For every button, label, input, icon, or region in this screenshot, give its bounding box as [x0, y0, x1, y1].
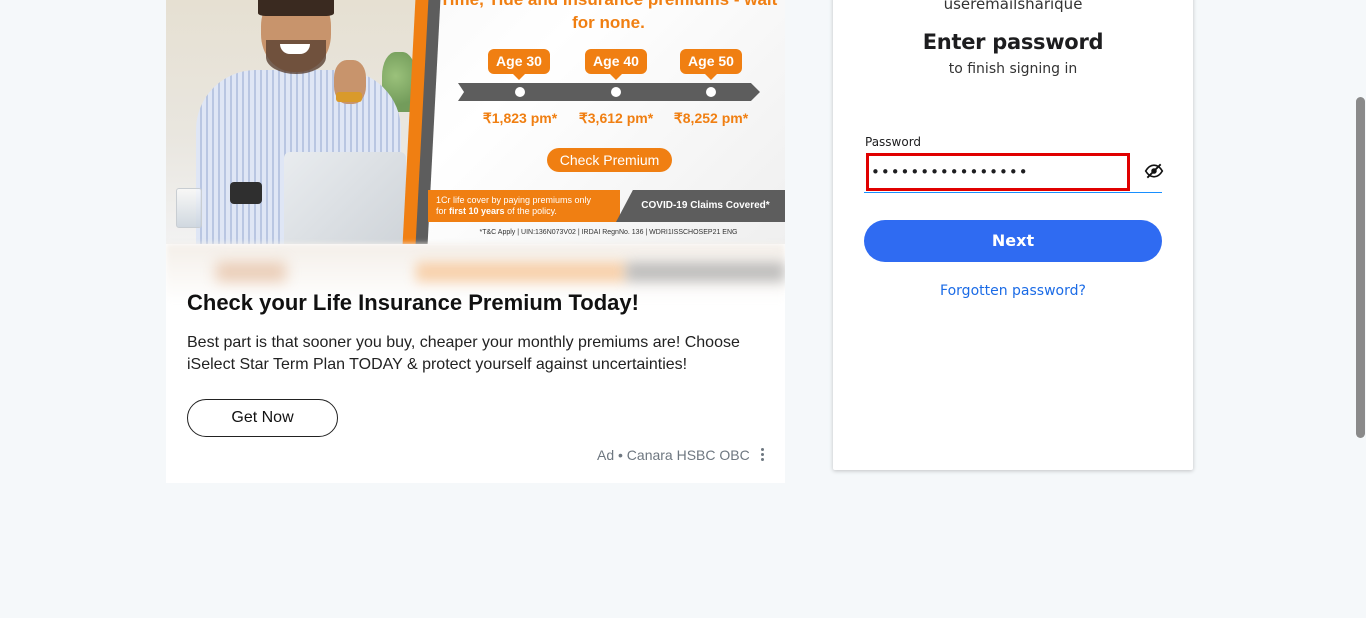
age-pill-40: Age 40	[585, 49, 647, 80]
age-pill-50: Age 50	[680, 49, 742, 80]
smartphone	[230, 182, 262, 204]
scrollbar-thumb[interactable]	[1356, 97, 1365, 438]
banner-reflection-blur	[416, 262, 626, 282]
ad-banner-image[interactable]: Time, Tide and Insurance premiums - wait…	[166, 0, 785, 244]
ad-sponsor-label: Ad • Canara HSBC OBC	[597, 447, 750, 463]
timeline-dot	[706, 87, 716, 97]
get-now-button[interactable]: Get Now	[187, 399, 338, 437]
check-premium-badge: Check Premium	[547, 148, 672, 172]
price-age-50: ₹8,252 pm*	[673, 110, 749, 126]
password-label: Password	[865, 135, 922, 149]
timeline-dot	[611, 87, 621, 97]
password-field-wrapper	[864, 151, 1164, 193]
covid-claims-box: COVID-19 Claims Covered*	[616, 190, 785, 222]
eye-slash-icon[interactable]	[1144, 161, 1164, 181]
ad-card[interactable]: Time, Tide and Insurance premiums - wait…	[166, 0, 785, 483]
cover-text-line1: 1Cr life cover by paying premiums only	[436, 195, 592, 205]
username-display: useremailsharique	[943, 0, 1083, 13]
more-vertical-icon[interactable]	[758, 447, 766, 463]
page-title: Enter password	[922, 30, 1104, 54]
ad-title[interactable]: Check your Life Insurance Premium Today!	[187, 290, 639, 316]
password-input[interactable]	[866, 153, 1130, 191]
banner-reflection-blur	[216, 262, 286, 282]
water-glass	[176, 188, 202, 228]
cover-text-line2: for first 10 years of the policy.	[436, 206, 557, 216]
wrist-watch	[336, 92, 362, 102]
next-button[interactable]: Next	[864, 220, 1162, 262]
price-age-30: ₹1,823 pm*	[482, 110, 558, 126]
ad-description: Best part is that sooner you buy, cheape…	[187, 334, 740, 373]
ad-photo	[166, 0, 416, 244]
cover-info-box: 1Cr life cover by paying premiums only f…	[428, 190, 620, 222]
man-hair	[258, 0, 334, 16]
page-subtitle: to finish signing in	[948, 61, 1078, 77]
banner-reflection-blur	[626, 262, 785, 282]
terms-text: *T&C Apply | UIN:136N073V02 | IRDAI Regn…	[479, 229, 738, 236]
age-pill-30: Age 30	[488, 49, 550, 80]
banner-tagline: Time, Tide and Insurance premiums - wait…	[440, 0, 778, 32]
forgot-password-link[interactable]: Forgotten password?	[833, 283, 1193, 299]
timeline-dot	[515, 87, 525, 97]
login-card: useremailsharique Enter password to fini…	[833, 0, 1193, 470]
laptop	[284, 152, 406, 244]
price-age-40: ₹3,612 pm*	[578, 110, 654, 126]
